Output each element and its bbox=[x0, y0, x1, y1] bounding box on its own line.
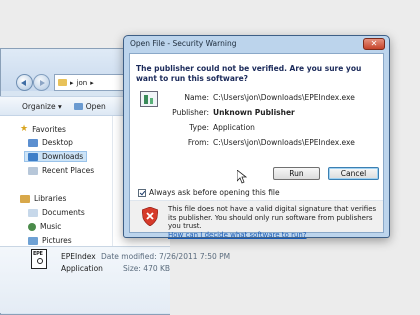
dialog-content: The publisher could not be verified. Are… bbox=[129, 53, 384, 239]
dialog-heading: The publisher could not be verified. Are… bbox=[136, 64, 362, 83]
help-link[interactable]: How can I decide what software to run? bbox=[168, 231, 307, 239]
star-icon: ★ bbox=[20, 124, 29, 134]
organize-button[interactable]: Organize ▾ bbox=[22, 102, 62, 111]
sidebar-item-label: Desktop bbox=[42, 138, 73, 147]
type-label: Type: bbox=[189, 123, 209, 132]
pictures-icon bbox=[28, 236, 38, 245]
mouse-cursor-icon bbox=[237, 170, 247, 184]
sidebar-item-label: Pictures bbox=[42, 236, 72, 245]
navigation-pane: ★ Favorites Desktop Downloads Recent Pla… bbox=[0, 116, 112, 246]
warning-area: This file does not have a valid digital … bbox=[130, 201, 383, 239]
forward-button[interactable] bbox=[33, 74, 50, 91]
security-shield-icon bbox=[142, 207, 158, 226]
open-button-label: Open bbox=[85, 101, 106, 111]
libraries-label: Libraries bbox=[34, 194, 67, 203]
application-icon bbox=[140, 91, 158, 107]
desktop-icon bbox=[28, 138, 38, 147]
address-bar[interactable]: ▸ jon ▸ bbox=[54, 74, 124, 91]
back-button[interactable] bbox=[16, 74, 33, 91]
sidebar-group-favorites[interactable]: ★ Favorites bbox=[20, 124, 66, 134]
name-value: C:\Users\jon\Downloads\EPEIndex.exe bbox=[213, 93, 355, 102]
publisher-label: Publisher: bbox=[172, 108, 209, 117]
details-size: Size: 470 KB bbox=[123, 264, 171, 273]
publisher-value: Unknown Publisher bbox=[213, 108, 295, 117]
run-button[interactable]: Run bbox=[273, 167, 320, 180]
close-button[interactable]: ✕ bbox=[363, 38, 385, 50]
name-label: Name: bbox=[184, 93, 209, 102]
sidebar-item-label: Documents bbox=[42, 208, 85, 217]
address-text: jon bbox=[76, 78, 88, 87]
sidebar-item-label: Recent Places bbox=[42, 166, 95, 175]
from-value: C:\Users\jon\Downloads\EPEIndex.exe bbox=[213, 138, 355, 147]
details-file-name: EPEIndex bbox=[61, 252, 96, 261]
sidebar-item-music[interactable]: Music bbox=[28, 222, 61, 231]
open-icon bbox=[73, 102, 83, 110]
favorites-label: Favorites bbox=[32, 124, 66, 134]
sidebar-item-pictures[interactable]: Pictures bbox=[28, 236, 72, 245]
warning-text: This file does not have a valid digital … bbox=[168, 205, 377, 230]
details-type: Application bbox=[61, 264, 103, 273]
sidebar-item-recent-places[interactable]: Recent Places bbox=[28, 166, 94, 175]
folder-icon bbox=[58, 79, 67, 86]
always-ask-label: Always ask before opening this file bbox=[149, 188, 280, 197]
security-warning-dialog: Open File - Security Warning ✕ The publi… bbox=[123, 35, 390, 239]
downloads-icon bbox=[28, 152, 38, 161]
file-icon-text: EPE bbox=[33, 251, 43, 257]
documents-icon bbox=[28, 208, 38, 217]
libraries-icon bbox=[20, 194, 30, 203]
sidebar-item-desktop[interactable]: Desktop bbox=[28, 138, 73, 147]
sidebar-group-libraries[interactable]: Libraries bbox=[20, 194, 66, 203]
sidebar-item-documents[interactable]: Documents bbox=[28, 208, 85, 217]
application-file-icon: EPE bbox=[31, 249, 47, 269]
magnifier-icon bbox=[37, 258, 43, 264]
sidebar-item-downloads[interactable]: Downloads bbox=[24, 151, 88, 162]
sidebar-item-label: Music bbox=[40, 222, 62, 231]
from-label: From: bbox=[187, 138, 209, 147]
cancel-button[interactable]: Cancel bbox=[328, 167, 379, 180]
address-chevron-icon: ▸ bbox=[70, 78, 74, 87]
address-chevron-icon: ▸ bbox=[90, 78, 94, 87]
always-ask-checkbox-row[interactable]: Always ask before opening this file bbox=[138, 188, 280, 197]
type-value: Application bbox=[213, 123, 255, 132]
always-ask-checkbox[interactable] bbox=[138, 188, 146, 197]
music-icon bbox=[28, 222, 36, 231]
dialog-title: Open File - Security Warning bbox=[130, 39, 237, 48]
open-button[interactable]: Open bbox=[73, 101, 106, 111]
sidebar-item-label: Downloads bbox=[42, 152, 84, 161]
recent-places-icon bbox=[28, 166, 38, 175]
warning-message: This file does not have a valid digital … bbox=[168, 205, 380, 239]
details-date-modified: Date modified: 7/26/2011 7:50 PM bbox=[101, 252, 231, 261]
